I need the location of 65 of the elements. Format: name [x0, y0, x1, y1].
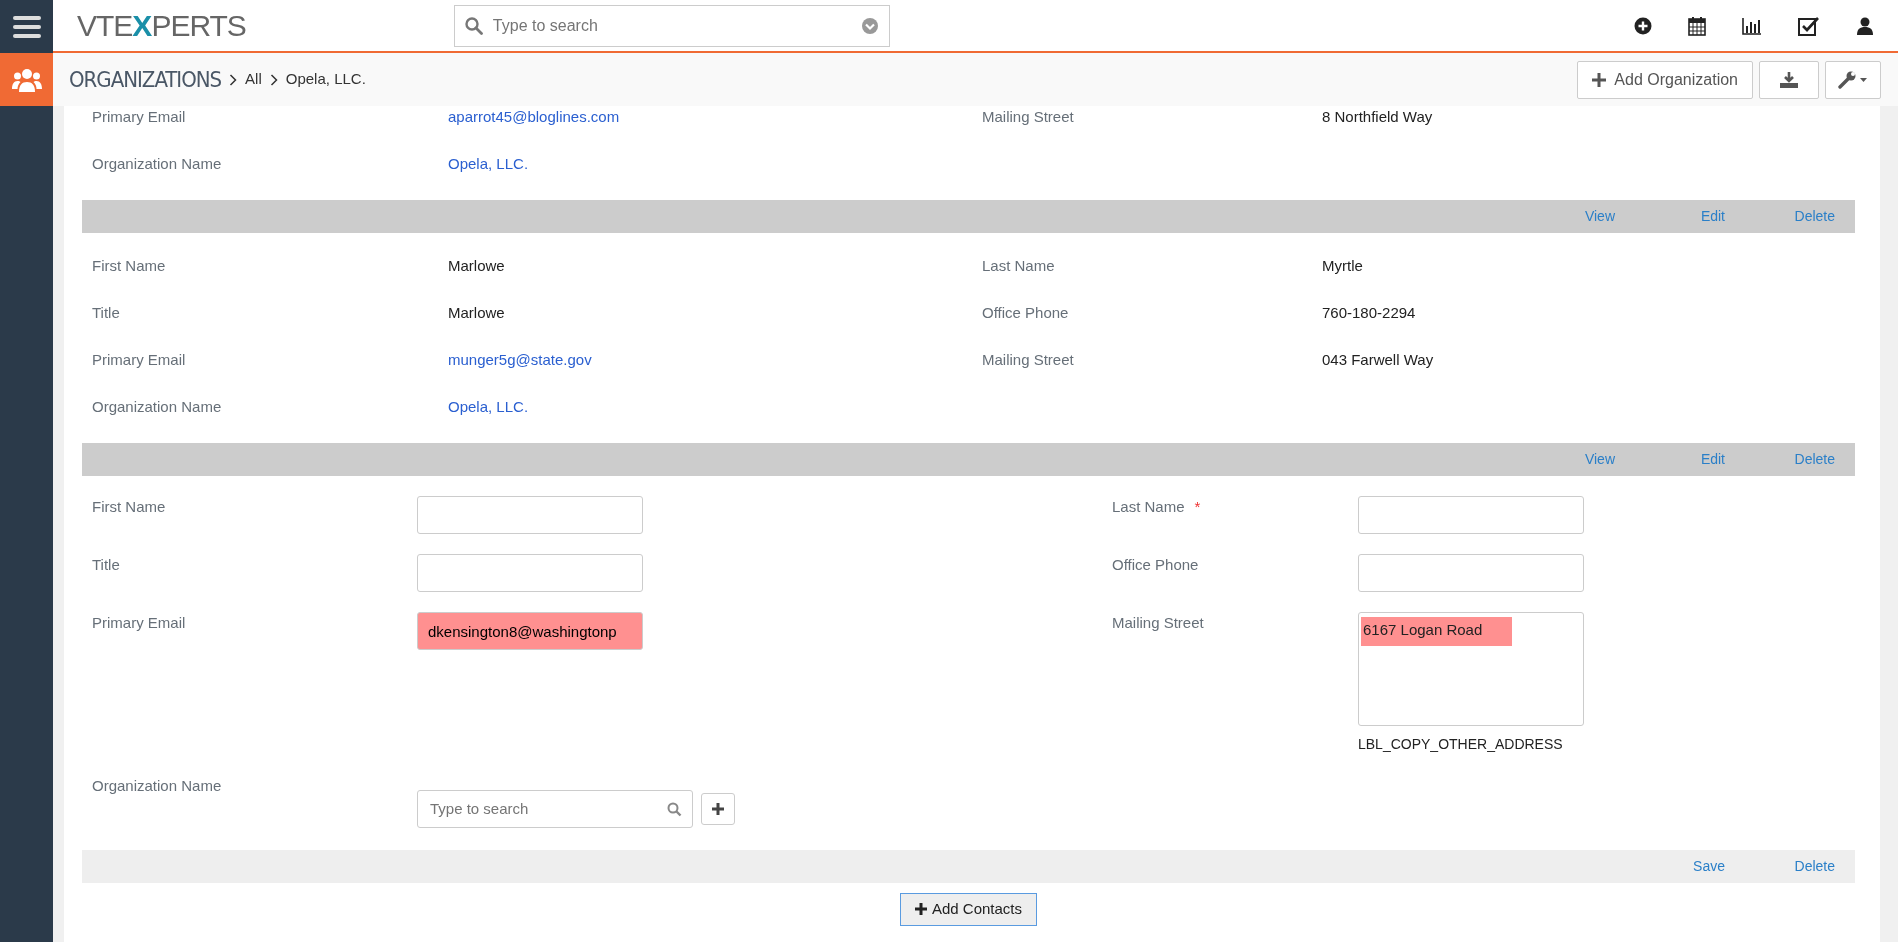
download-icon: [1780, 71, 1798, 88]
field-label: Organization Name: [92, 154, 222, 175]
field-label: Primary Email: [92, 613, 186, 633]
import-button[interactable]: [1759, 60, 1819, 99]
field-label: First Name: [92, 497, 166, 517]
plus-icon: [1592, 72, 1607, 87]
brand-logo: VTEXPERTS: [77, 8, 246, 44]
text-field[interactable]: dkensington8@washingtonp: [417, 612, 643, 650]
plus-icon: [914, 903, 927, 915]
field-link[interactable]: munger5g@state.gov: [448, 349, 592, 372]
field-label: Office Phone: [1112, 555, 1199, 575]
module-title: ORGANIZATIONS: [69, 66, 222, 94]
field-label: Primary Email: [92, 350, 186, 371]
address-note: LBL_COPY_OTHER_ADDRESS: [1358, 735, 1564, 754]
field-label: First Name: [92, 256, 166, 277]
field-label: Last Name: [982, 256, 1055, 277]
chevron-right-icon: [229, 73, 238, 86]
field-value: 760-180-2294: [1322, 303, 1416, 324]
field-label: Office Phone: [982, 303, 1069, 324]
chevron-right-icon: [269, 73, 278, 86]
add-organization-button[interactable]: [701, 793, 735, 825]
bar-chart-icon[interactable]: [1742, 16, 1762, 35]
people-icon: [11, 66, 42, 93]
user-icon[interactable]: [1856, 16, 1874, 35]
field-value: 8 Northfield Way: [1322, 107, 1433, 128]
text-field[interactable]: [1358, 496, 1584, 534]
calendar-icon[interactable]: [1688, 15, 1706, 36]
field-label: Mailing Street: [982, 350, 1074, 371]
field-label: Mailing Street: [1112, 613, 1204, 633]
field-value: 043 Farwell Way: [1322, 350, 1434, 371]
record-action-link[interactable]: Save: [1693, 856, 1725, 877]
breadcrumb-link[interactable]: Opela, LLC.: [285, 68, 366, 91]
text-field[interactable]: [417, 496, 643, 534]
add-organization-button[interactable]: Add Organization: [1577, 60, 1753, 99]
field-label: Organization Name: [92, 776, 222, 796]
field-label: Last Name: [1112, 497, 1185, 517]
search-box[interactable]: Type to search: [453, 4, 890, 47]
breadcrumb-link[interactable]: All: [245, 68, 262, 91]
field-label: Mailing Street: [982, 107, 1074, 128]
field-label: Title: [92, 303, 120, 324]
field-label: Title: [92, 555, 120, 575]
checkbox-icon[interactable]: [1798, 15, 1820, 36]
field-link[interactable]: Opela, LLC.: [448, 153, 529, 176]
search-icon[interactable]: [667, 801, 682, 817]
field-value: Marlowe: [448, 256, 505, 277]
search-icon: [464, 16, 483, 35]
field-link[interactable]: Opela, LLC.: [448, 396, 529, 419]
field-link[interactable]: aparrot45@bloglines.com: [448, 106, 620, 129]
plus-circle-icon[interactable]: [1634, 16, 1652, 35]
required-marker: *: [1194, 497, 1201, 517]
field-label: Primary Email: [92, 107, 186, 128]
lookup-field[interactable]: Type to search: [417, 790, 693, 828]
address-field[interactable]: 6167 Logan Road: [1358, 612, 1584, 726]
text-field[interactable]: [417, 554, 643, 592]
field-value: Marlowe: [448, 303, 505, 324]
text-field[interactable]: [1358, 554, 1584, 592]
field-label: Organization Name: [92, 397, 222, 418]
record-action-link[interactable]: Delete: [1725, 856, 1835, 877]
settings-button[interactable]: [1825, 60, 1881, 99]
wrench-icon: [1838, 70, 1868, 89]
menu-icon: [12, 15, 41, 38]
add-contacts-button[interactable]: Add Contacts: [899, 893, 1038, 926]
field-value: Myrtle: [1322, 256, 1363, 277]
plus-icon: [712, 803, 724, 815]
chevron-down-icon[interactable]: [860, 16, 879, 35]
